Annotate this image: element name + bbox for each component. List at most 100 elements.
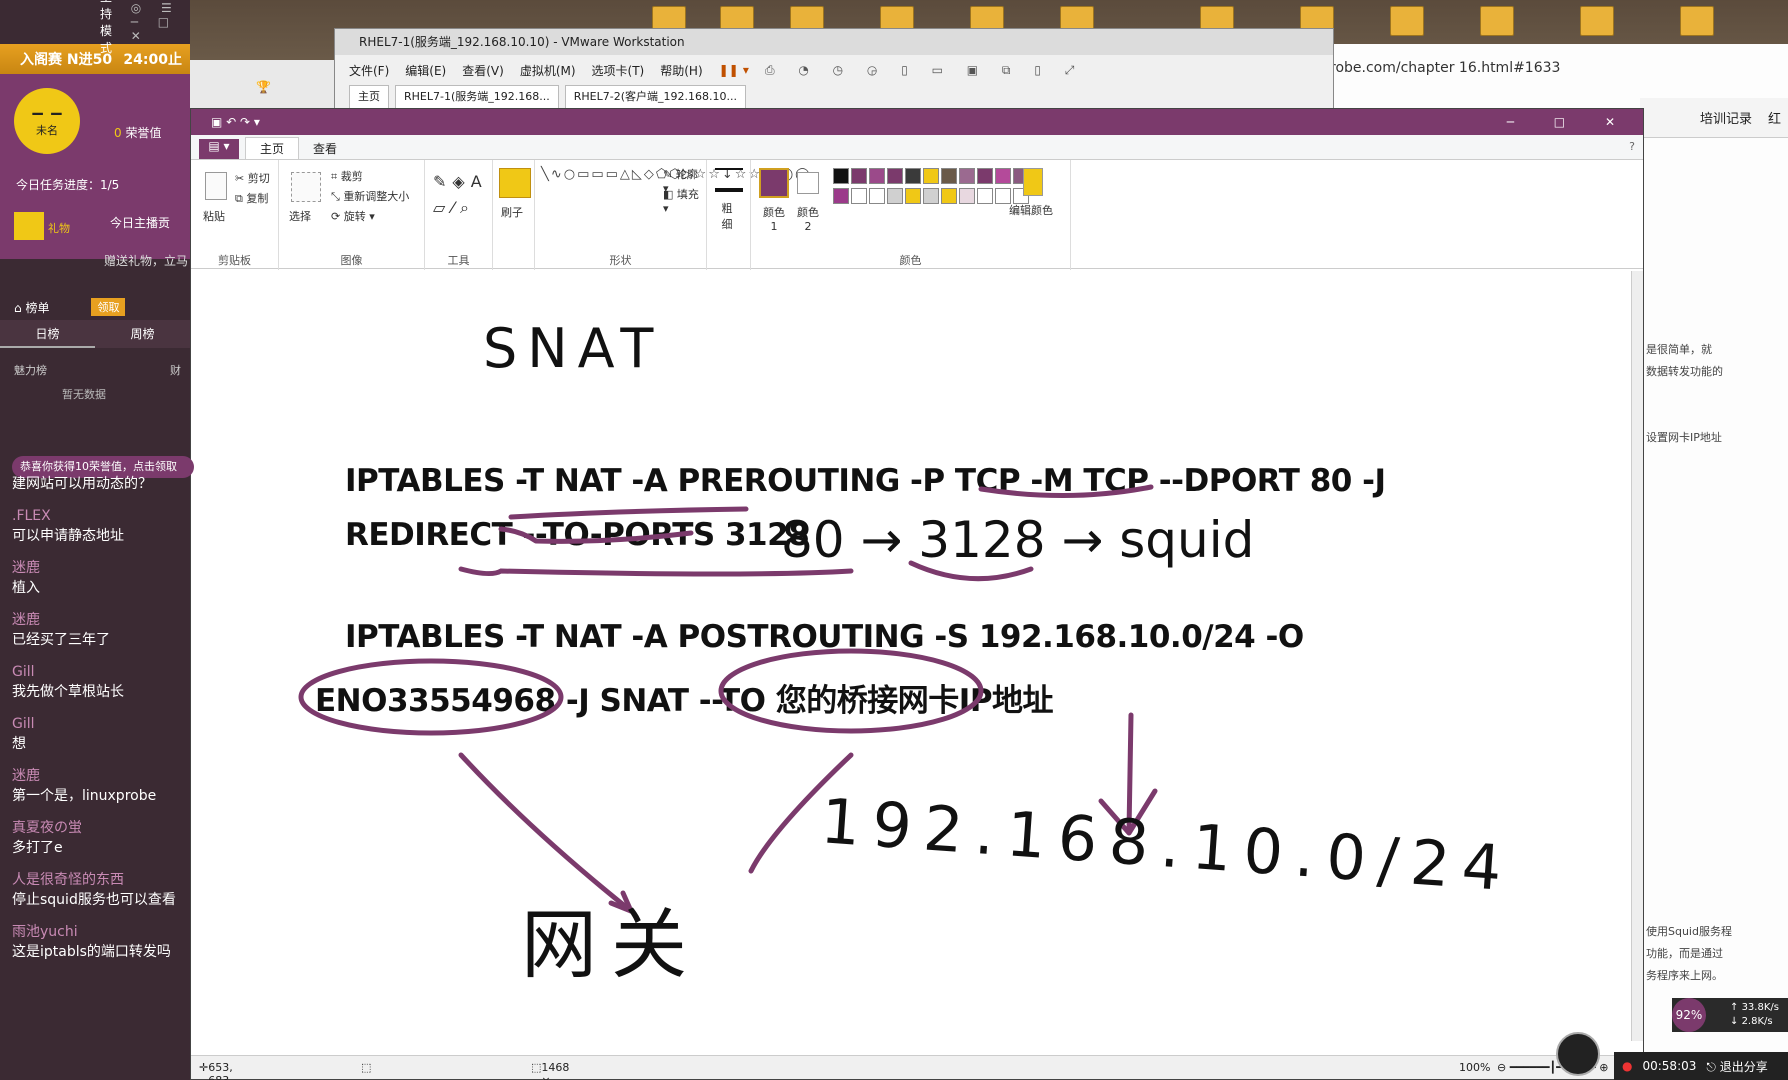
color1-button[interactable]: 颜色 1 xyxy=(761,204,787,233)
text-icon[interactable]: A xyxy=(471,172,488,191)
tab-daily[interactable]: 日榜 xyxy=(0,320,95,348)
charm-rank-label[interactable]: 魅力榜 xyxy=(14,362,47,378)
edit-colors-icon[interactable] xyxy=(1023,168,1043,196)
magnifier-icon[interactable]: ⌕ xyxy=(460,198,475,217)
palette-swatch[interactable] xyxy=(833,168,849,184)
paint-quick-access[interactable]: ▣ ↶ ↷ ▾ xyxy=(211,115,260,129)
chat-username[interactable]: .FLEX xyxy=(12,506,190,526)
palette-swatch[interactable] xyxy=(977,188,993,204)
wealth-rank-label[interactable]: 财 xyxy=(170,362,181,378)
tool-icons-row2[interactable]: ▱⁄⌕ xyxy=(433,198,475,218)
palette-swatch[interactable] xyxy=(851,168,867,184)
browser-url[interactable]: robe.com/chapter 16.html#1633 xyxy=(1330,60,1560,76)
vm-menu-tabs[interactable]: 选项卡(T) xyxy=(592,62,645,79)
chat-username[interactable]: 迷鹿 xyxy=(12,766,190,786)
tab-view[interactable]: 查看 xyxy=(299,138,351,159)
chat-username[interactable]: 迷鹿 xyxy=(12,610,190,630)
select-button[interactable]: 选择 xyxy=(289,208,311,224)
color2-button[interactable]: 颜色 2 xyxy=(795,204,821,233)
rotate-icon: ⟳ xyxy=(331,210,341,223)
claim-button[interactable]: 领取 xyxy=(91,298,126,316)
palette-swatch[interactable] xyxy=(941,188,957,204)
brush-button[interactable]: 刷子 xyxy=(501,204,523,220)
chat-username[interactable]: 迷鹿 xyxy=(12,558,190,578)
upload-speed: ↑ 33.8K/s xyxy=(1730,1002,1779,1013)
chat-message: 已经买了三年了 xyxy=(12,632,110,648)
group-label-image: 图像 xyxy=(340,254,363,267)
size-lines-icon[interactable] xyxy=(715,168,743,192)
folder-icon[interactable] xyxy=(1390,6,1424,36)
folder-icon[interactable] xyxy=(1680,6,1714,36)
palette-swatch[interactable] xyxy=(887,168,903,184)
canvas-scrollbar[interactable] xyxy=(1631,271,1643,1041)
chat-username[interactable]: Gill xyxy=(12,714,190,734)
vm-tab-client[interactable]: RHEL7-2(客户端_192.168.10... xyxy=(564,85,746,109)
shapes-gallery[interactable]: ╲∿○▭▭▭△◺◇⬠⬡▷☆☆↓☆☆◯◯◯ xyxy=(541,166,810,183)
window-controls[interactable]: ─ □ ✕ xyxy=(1507,109,1633,135)
palette-swatch[interactable] xyxy=(959,168,975,184)
paste-button[interactable]: 粘贴 xyxy=(203,208,225,224)
edit-colors-button[interactable]: 编辑颜色 xyxy=(1009,202,1053,218)
pencil-icon[interactable]: ✎ xyxy=(433,172,452,191)
vm-toolbar-icons[interactable]: ⎙ ◔ ◷ ◶ ▯ ▭ ▣ ⧉ ▯ ⤢ xyxy=(765,63,1084,78)
fill-bucket-icon[interactable]: ◈ xyxy=(452,172,470,191)
palette-swatch[interactable] xyxy=(959,188,975,204)
cut-button[interactable]: ✂ 剪切 xyxy=(235,170,270,186)
chat-username[interactable]: Gill xyxy=(12,662,190,682)
palette-swatch[interactable] xyxy=(869,188,885,204)
rotate-button[interactable]: ⟳ 旋转 ▾ xyxy=(331,208,375,224)
tool-icons-row1[interactable]: ✎◈A xyxy=(433,172,488,191)
cup-icon[interactable]: 🏆 xyxy=(256,80,271,94)
palette-swatch[interactable] xyxy=(869,168,885,184)
palette-swatch[interactable] xyxy=(905,188,921,204)
palette-swatch[interactable] xyxy=(887,188,903,204)
resize-button[interactable]: ⤡ 重新调整大小 xyxy=(331,188,409,204)
file-menu-button[interactable]: ▤ ▾ xyxy=(199,139,239,159)
brush-icon[interactable] xyxy=(499,168,531,198)
color2-swatch[interactable] xyxy=(797,172,819,194)
chat-username[interactable]: 雨池yuchi xyxy=(12,922,190,942)
palette-swatch[interactable] xyxy=(905,168,921,184)
paint-canvas[interactable]: IPTABLES -T NAT -A PREROUTING -P TCP -M … xyxy=(191,271,1643,1041)
stream-window-controls[interactable]: ◎ ☰ ─ □ ✕ xyxy=(131,1,190,43)
vm-menu-edit[interactable]: 编辑(E) xyxy=(405,62,446,79)
vm-menu-view[interactable]: 查看(V) xyxy=(462,62,504,79)
tab-home[interactable]: 主页 xyxy=(245,137,300,159)
palette-swatch[interactable] xyxy=(977,168,993,184)
palette-swatch[interactable] xyxy=(941,168,957,184)
color1-swatch[interactable] xyxy=(759,168,789,198)
chat-username[interactable]: 真夏夜の蛍 xyxy=(12,818,190,838)
folder-icon[interactable] xyxy=(1580,6,1614,36)
exit-share-button[interactable]: ⎋ 退出分享 xyxy=(1706,1058,1767,1075)
chat-item: .FLEX 可以申请静态地址 xyxy=(12,506,190,546)
vm-menu-file[interactable]: 文件(F) xyxy=(349,62,389,79)
size-button[interactable]: 粗细 xyxy=(717,200,737,232)
avatar[interactable]: ‒ ‒ 未名 xyxy=(14,88,80,154)
chat-username[interactable]: 人是很奇怪的东西 xyxy=(12,870,190,890)
palette-swatch[interactable] xyxy=(995,168,1011,184)
fill-button[interactable]: ◧ 填充 ▾ xyxy=(663,186,706,215)
select-icon[interactable] xyxy=(291,172,321,202)
palette-swatch[interactable] xyxy=(923,188,939,204)
eraser-icon[interactable]: ▱ xyxy=(433,198,451,217)
color-picker-icon[interactable]: ⁄ xyxy=(451,198,460,217)
browser-tab-red[interactable]: 红 xyxy=(1768,108,1781,127)
copy-button[interactable]: ⧉ 复制 xyxy=(235,190,268,206)
vm-menu-vm[interactable]: 虚拟机(M) xyxy=(520,62,576,79)
event-banner[interactable]: 入阁赛 N进50 24:00止 xyxy=(0,44,190,74)
palette-swatch[interactable] xyxy=(833,188,849,204)
vm-menu-help[interactable]: 帮助(H) xyxy=(660,62,702,79)
pause-icon[interactable]: ❚❚ ▾ xyxy=(719,63,749,77)
vm-tab-server[interactable]: RHEL7-1(服务端_192.168... xyxy=(395,85,559,109)
paste-icon[interactable] xyxy=(205,172,227,200)
gift-icon[interactable] xyxy=(14,212,44,240)
folder-icon[interactable] xyxy=(1480,6,1514,36)
resize-icon: ⤡ xyxy=(331,190,340,203)
palette-swatch[interactable] xyxy=(923,168,939,184)
crop-button[interactable]: ⌗ 裁剪 xyxy=(331,168,363,184)
vm-tab-home[interactable]: 主页 xyxy=(349,85,389,109)
browser-tab-training[interactable]: 培训记录 xyxy=(1700,108,1752,127)
palette-swatch[interactable] xyxy=(851,188,867,204)
tab-weekly[interactable]: 周榜 xyxy=(95,320,190,348)
help-icon[interactable]: ? xyxy=(1629,140,1635,153)
